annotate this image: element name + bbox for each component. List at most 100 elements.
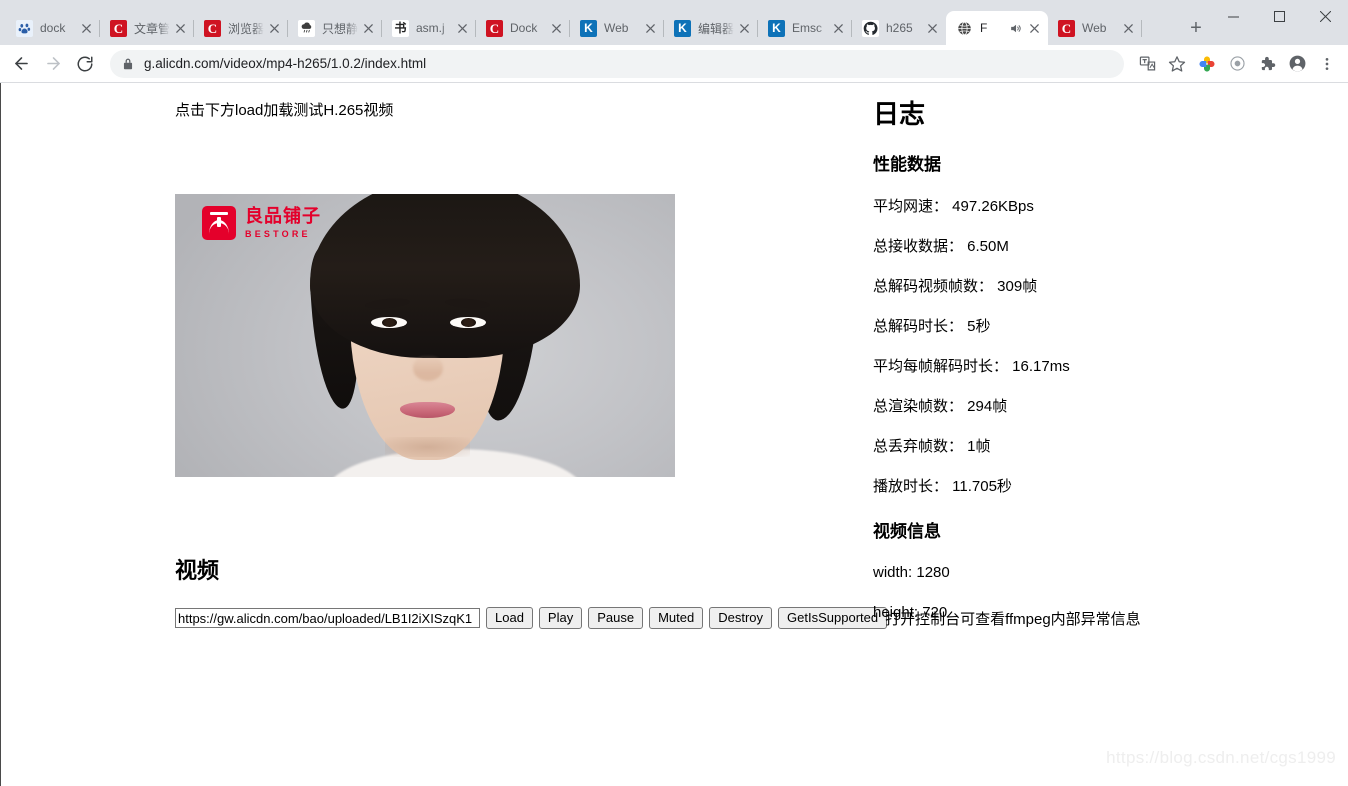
csdn-icon: C bbox=[1058, 19, 1075, 37]
bestore-logo-en: BESTORE bbox=[245, 229, 311, 239]
browser-tab[interactable]: dock bbox=[6, 11, 100, 45]
tab-close-icon[interactable] bbox=[642, 20, 658, 36]
performance-row: 总解码时长： 5秒 bbox=[873, 317, 991, 335]
extensions-puzzle-icon[interactable] bbox=[1254, 51, 1280, 77]
log-panel: 日志 性能数据 平均网速： 497.26KBps 总接收数据： 6.50M 总解码视… bbox=[873, 83, 1313, 622]
tab-title: 编辑器 bbox=[698, 21, 734, 36]
page-hint-text: 点击下方load加载测试H.265视频 bbox=[175, 102, 394, 119]
tabs-container: dock C 文章管 C 浏览器 只想静 书 asm.j C Dock K Web K 编辑器 K Emsc h… bbox=[6, 0, 1176, 45]
csdn-icon: C bbox=[486, 19, 503, 37]
play-button[interactable]: Play bbox=[538, 607, 583, 629]
browser-tab[interactable]: C Dock bbox=[476, 11, 570, 45]
tab-title: 文章管 bbox=[134, 21, 170, 36]
page-content: 点击下方load加载测试H.265视频 良品铺子 BESTORE 视频 http… bbox=[1, 83, 1348, 786]
google-photos-icon[interactable] bbox=[1194, 51, 1220, 77]
forward-arrow-icon[interactable] bbox=[38, 49, 68, 79]
tab-close-icon[interactable] bbox=[454, 20, 470, 36]
browser-tab[interactable]: K Web bbox=[570, 11, 664, 45]
video-player[interactable]: 良品铺子 BESTORE bbox=[175, 194, 675, 477]
tab-close-icon[interactable] bbox=[78, 20, 94, 36]
bestore-logo-mark-icon bbox=[202, 206, 236, 240]
browser-tab[interactable]: C 浏览器 bbox=[194, 11, 288, 45]
watermark-text: https://blog.csdn.net/cgs1999 bbox=[1106, 748, 1336, 767]
window-controls bbox=[1210, 0, 1348, 45]
browser-tab[interactable]: 书 asm.j bbox=[382, 11, 476, 45]
csdn-icon: C bbox=[110, 19, 127, 37]
tab-title: Dock bbox=[510, 21, 538, 35]
pause-button[interactable]: Pause bbox=[588, 607, 644, 629]
tab-title: h265 bbox=[886, 21, 913, 35]
browser-tab[interactable]: C 文章管 bbox=[100, 11, 194, 45]
video-info-rows: width: 1280 height: 720 bbox=[873, 564, 1313, 622]
browser-tab[interactable]: K Emsc bbox=[758, 11, 852, 45]
tab-title: Emsc bbox=[792, 21, 822, 35]
maximize-button[interactable] bbox=[1256, 0, 1302, 32]
close-button[interactable] bbox=[1302, 0, 1348, 32]
kingsoft-icon: K bbox=[768, 19, 785, 37]
page-viewport: 点击下方load加载测试H.265视频 良品铺子 BESTORE 视频 http… bbox=[0, 83, 1348, 786]
browser-tab[interactable]: 只想静 bbox=[288, 11, 382, 45]
performance-row: 播放时长： 11.705秒 bbox=[873, 477, 1012, 495]
globe-icon bbox=[956, 19, 973, 37]
video-info-row: height: 720 bbox=[873, 603, 948, 621]
performance-row: 总解码视频帧数： 309帧 bbox=[873, 277, 1038, 295]
new-tab-button[interactable]: + bbox=[1182, 14, 1210, 42]
github-icon bbox=[862, 19, 879, 37]
video-info-heading: 视频信息 bbox=[873, 521, 941, 541]
video-figure-lips bbox=[400, 402, 455, 418]
tab-close-icon[interactable] bbox=[360, 20, 376, 36]
url-text: g.alicdn.com/videox/mp4-h265/1.0.2/index… bbox=[144, 56, 427, 71]
minimize-button[interactable] bbox=[1210, 0, 1256, 32]
tab-title: Web bbox=[1082, 21, 1107, 35]
tab-close-icon[interactable] bbox=[172, 20, 188, 36]
translate-icon[interactable] bbox=[1134, 51, 1160, 77]
performance-rows: 平均网速： 497.26KBps 总接收数据： 6.50M 总解码视频帧数： 309… bbox=[873, 198, 1313, 496]
tab-close-icon[interactable] bbox=[548, 20, 564, 36]
tab-audio-icon[interactable] bbox=[1009, 22, 1022, 35]
load-button[interactable]: Load bbox=[486, 607, 533, 629]
tab-close-icon[interactable] bbox=[266, 20, 282, 36]
tab-close-icon[interactable] bbox=[1120, 20, 1136, 36]
back-arrow-icon[interactable] bbox=[6, 49, 36, 79]
bookmark-star-icon[interactable] bbox=[1164, 51, 1190, 77]
browser-tab[interactable]: F bbox=[946, 11, 1048, 45]
log-title: 日志 bbox=[873, 99, 926, 129]
tab-close-icon[interactable] bbox=[924, 20, 940, 36]
muted-button[interactable]: Muted bbox=[649, 607, 704, 629]
three-dot-menu-icon[interactable] bbox=[1314, 51, 1340, 77]
video-figure-nose bbox=[412, 355, 443, 381]
performance-row: 平均网速： 497.26KBps bbox=[873, 197, 1034, 215]
bestore-logo-cn: 良品铺子 bbox=[245, 206, 321, 226]
browser-window: dock C 文章管 C 浏览器 只想静 书 asm.j C Dock K Web K 编辑器 K Emsc h… bbox=[0, 0, 1348, 786]
target-circle-icon[interactable] bbox=[1224, 51, 1250, 77]
tab-title: dock bbox=[40, 21, 66, 35]
browser-tab[interactable]: C Web bbox=[1048, 11, 1142, 45]
tab-title: asm.j bbox=[416, 21, 445, 35]
performance-row: 总丢弃帧数： 1帧 bbox=[873, 437, 991, 455]
ink-brush-icon: 书 bbox=[392, 19, 409, 37]
kingsoft-icon: K bbox=[580, 19, 597, 37]
performance-row: 总渲染帧数： 294帧 bbox=[873, 397, 1008, 415]
performance-heading: 性能数据 bbox=[873, 155, 941, 175]
reload-icon[interactable] bbox=[70, 49, 100, 79]
destroy-button[interactable]: Destroy bbox=[709, 607, 773, 629]
profile-avatar-icon[interactable] bbox=[1284, 51, 1310, 77]
tab-title: F bbox=[980, 21, 988, 35]
tab-close-icon[interactable] bbox=[1026, 20, 1042, 36]
video-figure-chin-shadow bbox=[385, 437, 470, 458]
address-bar[interactable]: g.alicdn.com/videox/mp4-h265/1.0.2/index… bbox=[110, 49, 1124, 78]
performance-row: 总接收数据： 6.50M bbox=[873, 237, 1009, 255]
video-url-input[interactable] bbox=[175, 608, 480, 628]
browser-tab[interactable]: h265 bbox=[852, 11, 946, 45]
browser-tab[interactable]: K 编辑器 bbox=[664, 11, 758, 45]
kingsoft-icon: K bbox=[674, 19, 691, 37]
tab-close-icon[interactable] bbox=[736, 20, 752, 36]
tab-title: 浏览器 bbox=[228, 21, 264, 36]
browser-toolbar: g.alicdn.com/videox/mp4-h265/1.0.2/index… bbox=[0, 45, 1348, 83]
tab-title: 只想静 bbox=[322, 21, 358, 36]
baidu-paw-icon bbox=[16, 19, 33, 37]
cloud-rain-icon bbox=[298, 19, 315, 37]
csdn-icon: C bbox=[204, 19, 221, 37]
tab-close-icon[interactable] bbox=[830, 20, 846, 36]
get-is-supported-button[interactable]: GetIsSupported bbox=[778, 607, 888, 629]
